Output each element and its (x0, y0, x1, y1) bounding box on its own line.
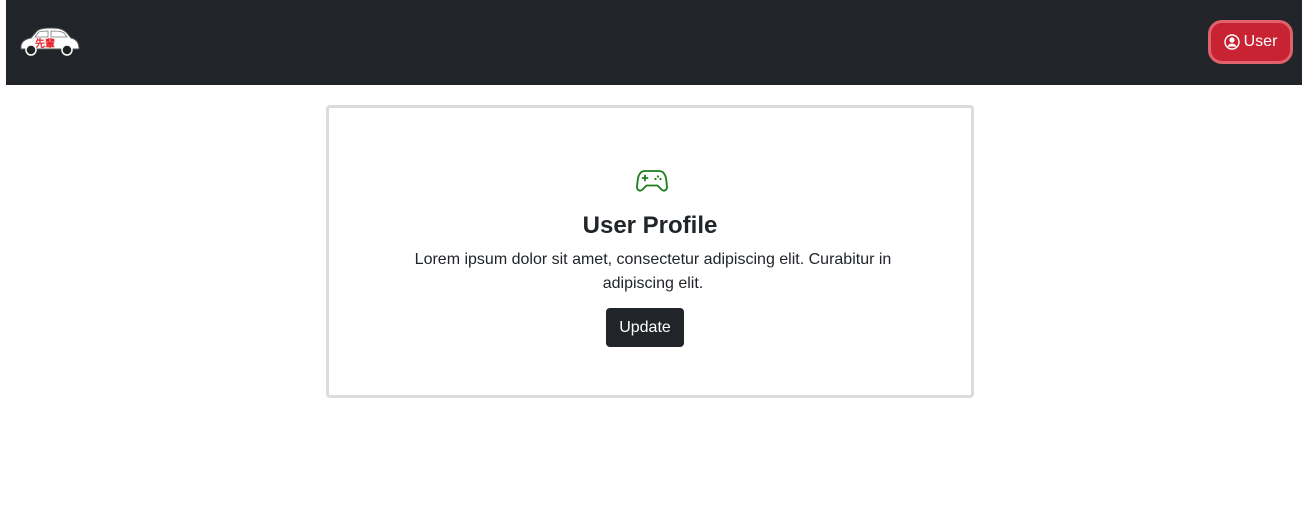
card-title: User Profile (582, 212, 718, 239)
gamepad-icon (636, 169, 668, 193)
navbar: 先輩 User (6, 0, 1302, 85)
user-circle-icon (1223, 34, 1240, 50)
user-profile-card: User Profile Lorem ipsum dolor sit amet,… (326, 105, 974, 398)
user-button[interactable]: User (1208, 20, 1293, 64)
card-description: Lorem ipsum dolor sit amet, consectetur … (414, 251, 892, 292)
update-button[interactable]: Update (606, 308, 684, 347)
user-button-label: User (1243, 33, 1278, 50)
logo-text: 先輩 (35, 37, 55, 50)
car-logo-icon[interactable]: 先輩 (17, 27, 81, 57)
